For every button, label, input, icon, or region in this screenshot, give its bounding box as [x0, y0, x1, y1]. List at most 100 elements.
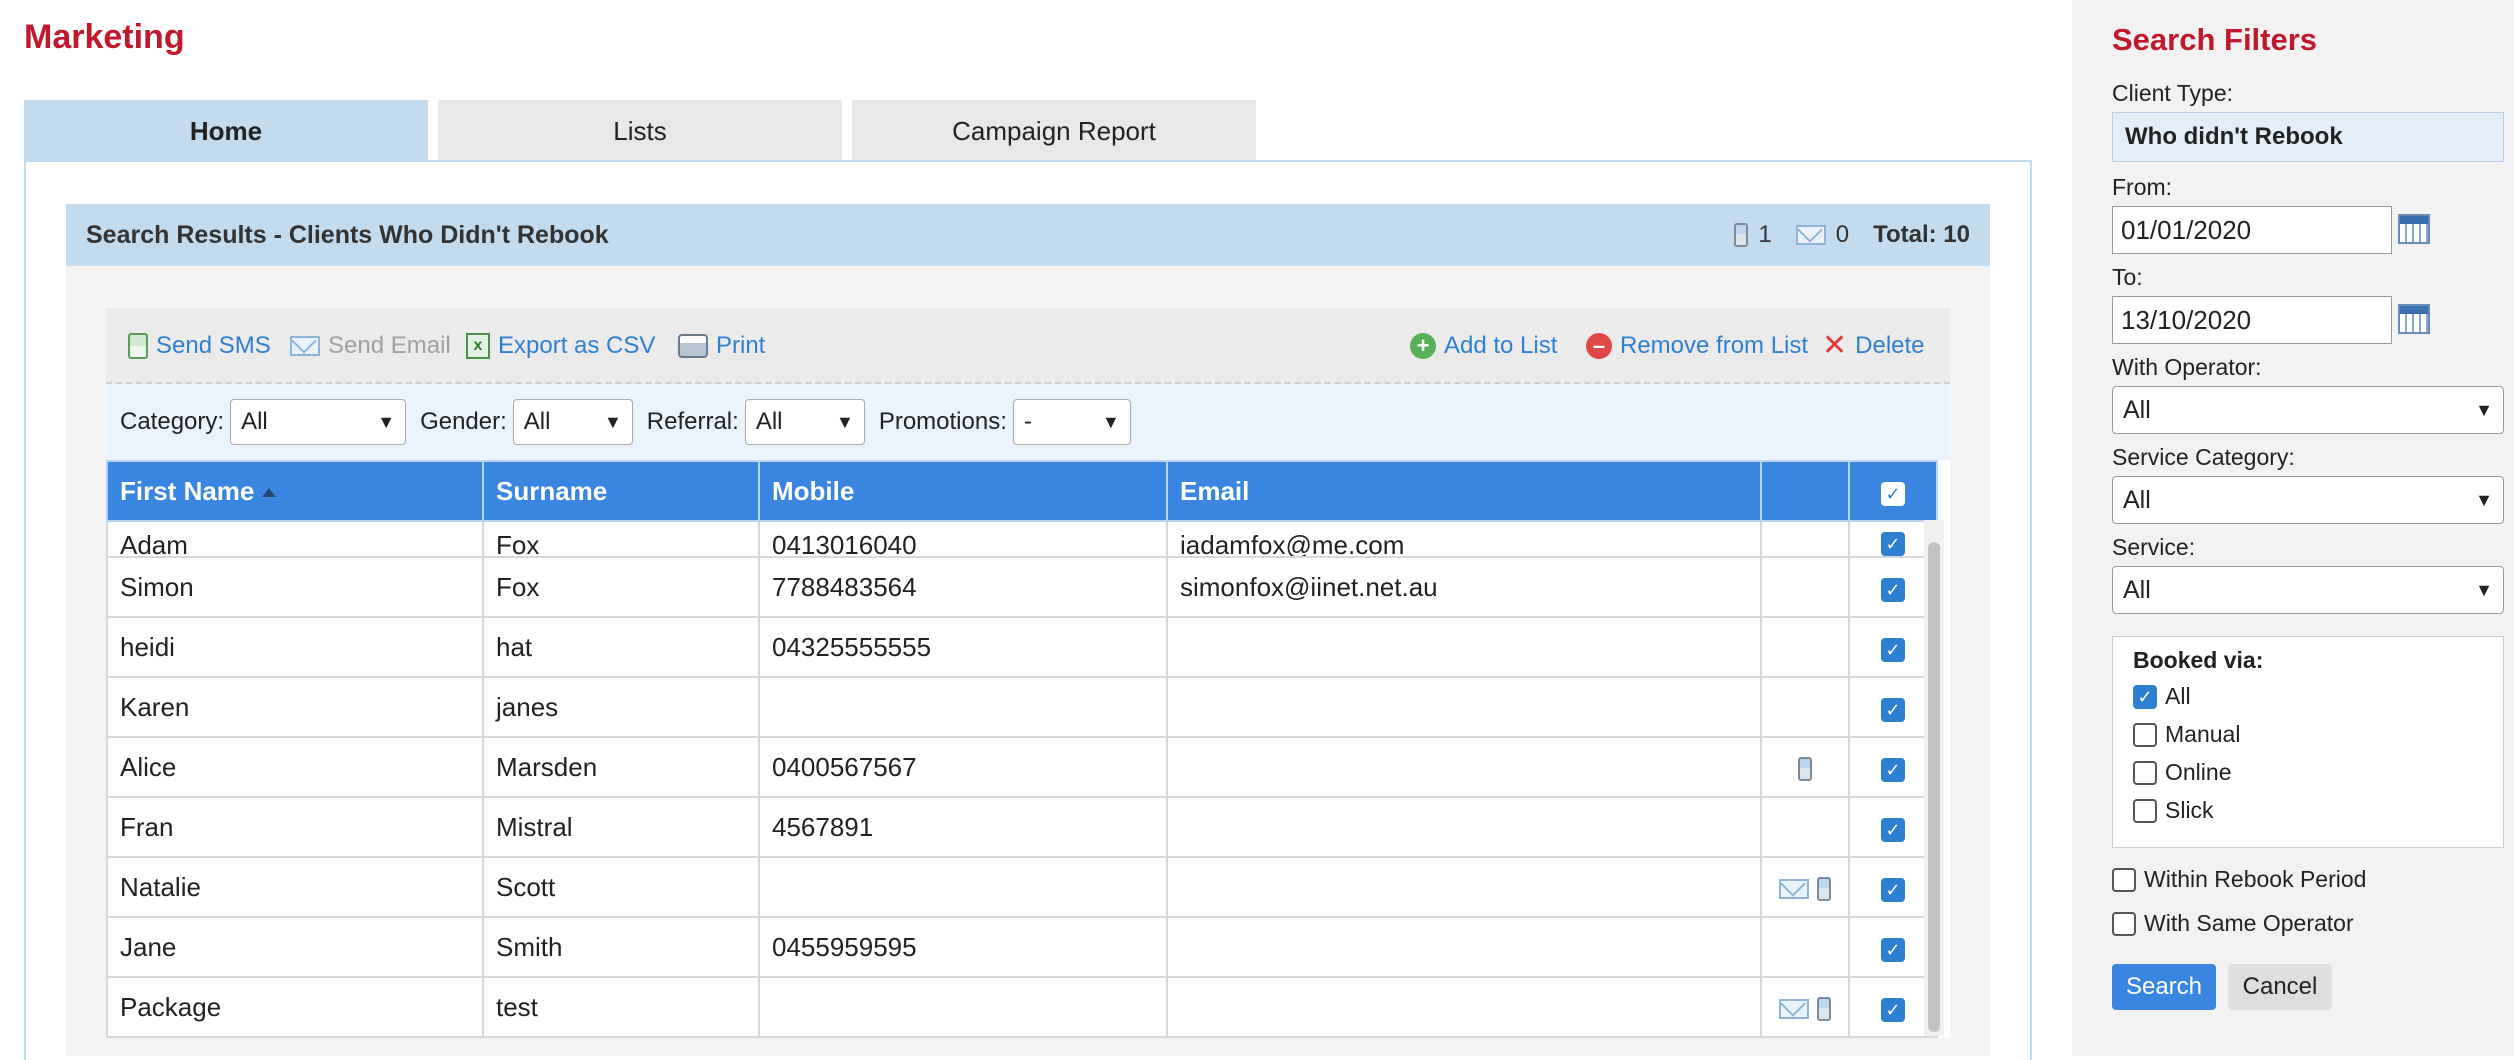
delete-x-icon: ✕ — [1822, 329, 1848, 362]
export-csv-button[interactable]: x Export as CSV — [466, 308, 655, 384]
checkbox-unchecked[interactable] — [2133, 722, 2157, 747]
table-row[interactable]: heidi hat 04325555555 ✓ — [106, 616, 1938, 678]
table-row[interactable]: Jane Smith 0455959595 ✓ — [106, 916, 1938, 978]
promotions-label: Promotions: — [878, 408, 1007, 435]
booked-via-all-label: All — [2165, 683, 2191, 709]
service-select-value: All — [2123, 575, 2151, 604]
cell-email — [1166, 796, 1762, 858]
category-select[interactable]: All ▼ — [230, 399, 407, 445]
checkbox-checked[interactable]: ✓ — [2133, 684, 2157, 709]
from-date-input[interactable]: 01/01/2020 — [2112, 206, 2392, 254]
mobile-phone-icon — [1816, 876, 1831, 901]
table-row[interactable]: Simon Fox 7788483564 simonfox@iinet.net.… — [106, 556, 1938, 618]
calendar-icon[interactable] — [2398, 304, 2430, 334]
select-all-checkbox[interactable]: ✓ — [1848, 460, 1938, 522]
column-header-email[interactable]: Email — [1166, 460, 1762, 522]
table-row[interactable]: Package test ✓ — [106, 976, 1938, 1038]
referral-select[interactable]: All ▼ — [744, 399, 865, 445]
envelope-icon — [1795, 225, 1826, 245]
send-email-label: Send Email — [328, 332, 451, 359]
chevron-down-icon: ▼ — [2475, 579, 2493, 600]
with-same-operator-label: With Same Operator — [2144, 910, 2354, 936]
cell-contact-icons — [1760, 736, 1850, 798]
checkbox-unchecked[interactable] — [2133, 760, 2157, 785]
client-type-label: Client Type: — [2112, 80, 2234, 106]
checkbox-unchecked[interactable] — [2133, 798, 2157, 823]
column-header-first-name[interactable]: First Name — [106, 460, 484, 522]
checkbox-unchecked[interactable] — [2112, 911, 2136, 936]
booked-via-slick-label: Slick — [2165, 797, 2214, 823]
results-header: Search Results - Clients Who Didn't Rebo… — [66, 204, 1990, 266]
email-count: 0 — [1835, 221, 1850, 248]
cell-contact-icons — [1760, 856, 1850, 918]
service-category-select-value: All — [2123, 485, 2151, 514]
envelope-icon — [1779, 998, 1810, 1019]
cell-first-name: Alice — [106, 736, 484, 798]
table-scrollbar-thumb[interactable] — [1928, 542, 1940, 1032]
send-email-button[interactable]: Send Email — [290, 308, 451, 384]
table-filters: Category: All ▼ Gender: All ▼ Referral: … — [106, 384, 1950, 460]
booked-via-slick-option[interactable]: Slick — [2133, 797, 2214, 824]
checkbox-unchecked[interactable] — [2112, 867, 2136, 892]
operator-select[interactable]: All ▼ — [2112, 386, 2504, 434]
column-header-surname[interactable]: Surname — [482, 460, 760, 522]
mobile-phone-icon — [1798, 756, 1812, 781]
category-select-value: All — [241, 408, 268, 435]
checkmark-icon: ✓ — [1881, 697, 1905, 722]
print-button[interactable]: Print — [678, 308, 765, 384]
minus-circle-icon: – — [1586, 333, 1612, 359]
category-label: Category: — [120, 408, 225, 435]
client-type-field[interactable]: Who didn't Rebook — [2112, 112, 2504, 162]
cell-first-name: Karen — [106, 676, 484, 738]
table-row[interactable]: Natalie Scott ✓ — [106, 856, 1938, 918]
booked-via-manual-option[interactable]: Manual — [2133, 721, 2240, 748]
table-row[interactable]: Karen janes ✓ — [106, 676, 1938, 738]
cell-contact-icons — [1760, 796, 1850, 858]
remove-from-list-button[interactable]: – Remove from List — [1586, 308, 1808, 384]
table-row[interactable]: Adam Fox 0413016040 iadamfox@me.com ✓ — [106, 520, 1938, 558]
cell-email — [1166, 676, 1762, 738]
search-button[interactable]: Search — [2112, 964, 2216, 1010]
add-to-list-button[interactable]: + Add to List — [1410, 308, 1557, 384]
add-to-list-label: Add to List — [1444, 332, 1558, 359]
send-email-icon — [290, 336, 320, 356]
table-row[interactable]: Fran Mistral 4567891 ✓ — [106, 796, 1938, 858]
mobile-phone-icon — [1816, 996, 1831, 1021]
print-label: Print — [716, 332, 766, 359]
export-csv-label: Export as CSV — [498, 332, 656, 359]
cell-mobile — [758, 856, 1168, 918]
tab-home[interactable]: Home — [24, 100, 428, 162]
cell-surname: test — [482, 976, 760, 1038]
action-toolbar: Send SMS Send Email x Export as CSV Prin… — [106, 308, 1950, 384]
booked-via-online-option[interactable]: Online — [2133, 759, 2231, 786]
within-rebook-period-option[interactable]: Within Rebook Period — [2112, 866, 2366, 893]
column-header-mobile[interactable]: Mobile — [758, 460, 1168, 522]
to-date-input[interactable]: 13/10/2020 — [2112, 296, 2392, 344]
cell-contact-icons — [1760, 616, 1850, 678]
tab-lists[interactable]: Lists — [438, 100, 842, 162]
cell-first-name: Package — [106, 976, 484, 1038]
with-same-operator-option[interactable]: With Same Operator — [2112, 910, 2354, 937]
service-category-select[interactable]: All ▼ — [2112, 476, 2504, 524]
referral-label: Referral: — [646, 408, 739, 435]
to-label: To: — [2112, 264, 2143, 290]
mobile-phone-icon — [1734, 223, 1749, 247]
from-label: From: — [2112, 174, 2173, 200]
table-row[interactable]: Alice Marsden 0400567567 ✓ — [106, 736, 1938, 798]
cell-email — [1166, 976, 1762, 1038]
promotions-select[interactable]: - ▼ — [1012, 399, 1131, 445]
cell-first-name: Fran — [106, 796, 484, 858]
operator-label: With Operator: — [2112, 354, 2262, 380]
delete-button[interactable]: ✕ Delete — [1822, 308, 1925, 384]
cell-first-name: Adam — [106, 520, 484, 558]
send-sms-button[interactable]: Send SMS — [128, 308, 271, 384]
booked-via-all-option[interactable]: ✓ All — [2133, 683, 2191, 710]
calendar-icon[interactable] — [2398, 214, 2430, 244]
cell-contact-icons — [1760, 520, 1850, 558]
cancel-button[interactable]: Cancel — [2228, 964, 2332, 1010]
gender-select[interactable]: All ▼ — [512, 399, 633, 445]
tab-campaign-report[interactable]: Campaign Report — [852, 100, 1256, 162]
service-select[interactable]: All ▼ — [2112, 566, 2504, 614]
results-total: Total: 10 — [1873, 221, 1970, 248]
cell-contact-icons — [1760, 676, 1850, 738]
